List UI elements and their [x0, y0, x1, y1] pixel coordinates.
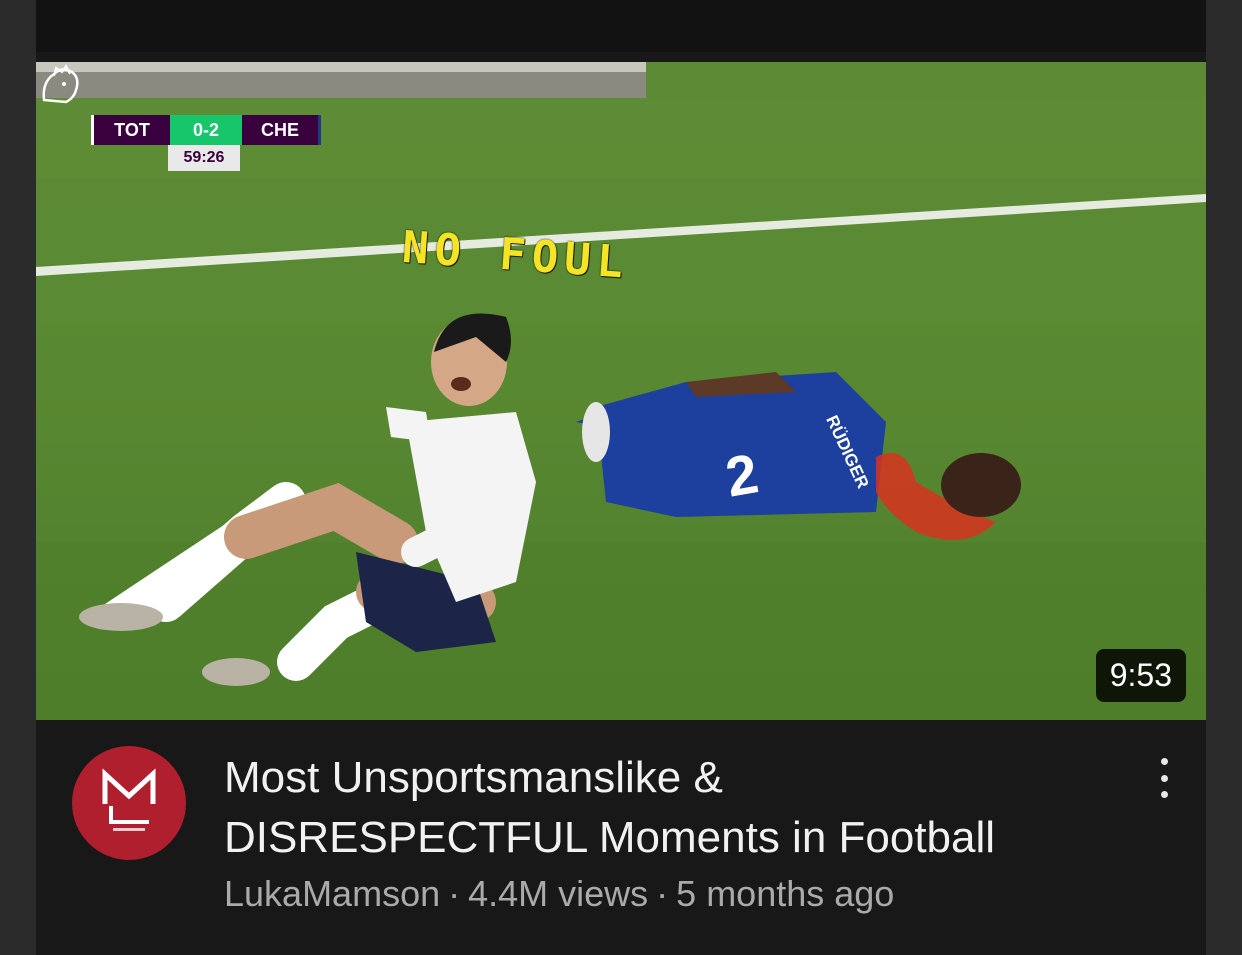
screenshot-frame: 2 RÜDIGER TOT 0-2 CHE 59:26 NO FOUL 9:53… [0, 0, 1242, 955]
score: 0-2 [170, 115, 242, 145]
view-count: 4.4M views [468, 873, 649, 914]
channel-name[interactable]: LukaMamson [224, 873, 440, 914]
match-clock: 59:26 [168, 145, 240, 171]
video-meta: Most Unsportsmanslike & DISRESPECTFUL Mo… [36, 720, 1206, 955]
channel-avatar[interactable] [72, 746, 186, 860]
away-team: CHE [242, 115, 321, 145]
separator: · [656, 873, 669, 914]
kebab-menu-icon[interactable] [1152, 758, 1176, 798]
scoreboard: TOT 0-2 CHE [91, 115, 321, 145]
video-title[interactable]: Most Unsportsmanslike & DISRESPECTFUL Mo… [224, 748, 1104, 868]
video-duration-badge: 9:53 [1095, 649, 1186, 702]
separator: · [448, 873, 461, 914]
top-bar [36, 0, 1206, 52]
video-thumbnail[interactable]: 2 RÜDIGER TOT 0-2 CHE 59:26 NO FOUL 9:53 [36, 62, 1206, 720]
video-card[interactable]: 2 RÜDIGER TOT 0-2 CHE 59:26 NO FOUL 9:53… [36, 0, 1206, 955]
video-title-line1: Most Unsportsmanslike & [224, 753, 723, 802]
premier-league-lion-icon [42, 64, 79, 104]
upload-age: 5 months ago [676, 873, 895, 914]
channel-logo-icon [102, 768, 156, 831]
video-subline: LukaMamson · 4.4M views · 5 months ago [224, 873, 894, 915]
home-team: TOT [91, 115, 170, 145]
video-title-line2: DISRESPECTFUL Moments in Football [224, 813, 996, 862]
